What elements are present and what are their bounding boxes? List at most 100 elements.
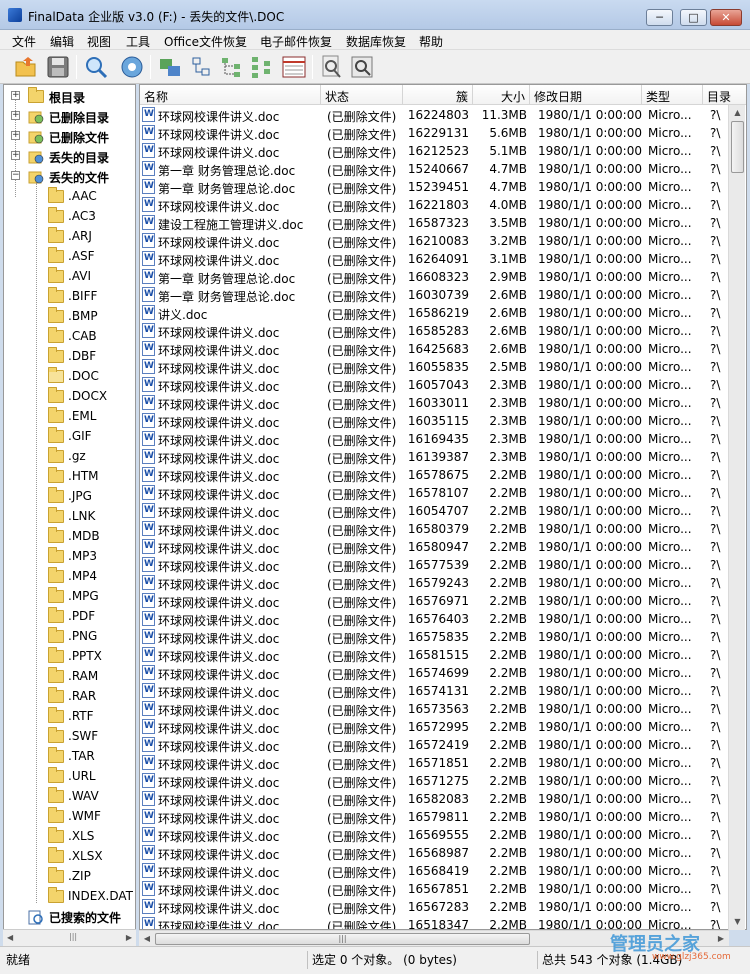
properties-icon[interactable]: [348, 53, 376, 81]
table-row[interactable]: 环球网校课件讲义.doc (已删除文件) 16574131 2.2MB 1980/1/1…: [140, 682, 730, 700]
table-row[interactable]: 环球网校课件讲义.doc (已删除文件) 16264091 3.1MB 1980/1/1…: [140, 250, 730, 268]
table-row[interactable]: 环球网校课件讲义.doc (已删除文件) 16569555 2.2MB 1980/1/1…: [140, 826, 730, 844]
column-header-status[interactable]: 状态: [321, 85, 403, 105]
folder-tree[interactable]: + 根目录 + 已删除目录 + 已删除文件 + 丢失的目录 − 丢失的文件 .AAC .AC3 .ARJ…: [3, 84, 136, 944]
tree-item-extension[interactable]: .LNK: [4, 507, 135, 527]
table-row[interactable]: 环球网校课件讲义.doc (已删除文件) 16033011 2.3MB 1980/1/1…: [140, 394, 730, 412]
table-row[interactable]: 环球网校课件讲义.doc (已删除文件) 16578107 2.2MB 1980/1/1…: [140, 484, 730, 502]
scroll-up-arrow-icon[interactable]: ▲: [729, 105, 746, 121]
tree-item-extension[interactable]: .PDF: [4, 607, 135, 627]
tree-item-extension[interactable]: .ARJ: [4, 227, 135, 247]
tree-item-extension[interactable]: .MDB: [4, 527, 135, 547]
recover-icon[interactable]: [156, 53, 184, 81]
table-row[interactable]: 环球网校课件讲义.doc (已删除文件) 16571275 2.2MB 1980/1/1…: [140, 772, 730, 790]
tree-item-extension[interactable]: .BMP: [4, 307, 135, 327]
table-row[interactable]: 环球网校课件讲义.doc (已删除文件) 16580379 2.2MB 1980/1/1…: [140, 520, 730, 538]
scroll-thumb[interactable]: |||: [155, 933, 530, 945]
table-row[interactable]: 环球网校课件讲义.doc (已删除文件) 16568419 2.2MB 1980/1/1…: [140, 862, 730, 880]
tree-item-extension[interactable]: .AC3: [4, 207, 135, 227]
scroll-right-arrow-icon[interactable]: ▶: [713, 931, 729, 947]
tree-item-extension[interactable]: .MP4: [4, 567, 135, 587]
table-row[interactable]: 环球网校课件讲义.doc (已删除文件) 16581515 2.2MB 1980/1/1…: [140, 646, 730, 664]
table-row[interactable]: 环球网校课件讲义.doc (已删除文件) 16567283 2.2MB 1980/1/1…: [140, 898, 730, 916]
close-button[interactable]: ✕: [710, 9, 742, 26]
tree-item-extension[interactable]: .PPTX: [4, 647, 135, 667]
tree-item-extension[interactable]: .XLSX: [4, 847, 135, 867]
menu-help[interactable]: 帮助: [419, 33, 443, 50]
scroll-thumb[interactable]: [731, 121, 744, 173]
expand-icon[interactable]: +: [11, 151, 20, 160]
column-header-name[interactable]: 名称: [140, 85, 321, 105]
table-row[interactable]: 环球网校课件讲义.doc (已删除文件) 16580947 2.2MB 1980/1/1…: [140, 538, 730, 556]
tree-item-extension[interactable]: .DOCX: [4, 387, 135, 407]
table-row[interactable]: 环球网校课件讲义.doc (已删除文件) 16212523 5.1MB 1980/1/1…: [140, 142, 730, 160]
table-row[interactable]: 环球网校课件讲义.doc (已删除文件) 16229131 5.6MB 1980/1/1…: [140, 124, 730, 142]
hierarchy-icon[interactable]: [248, 53, 276, 81]
table-row[interactable]: 环球网校课件讲义.doc (已删除文件) 16057043 2.3MB 1980/1/1…: [140, 376, 730, 394]
column-header-cluster[interactable]: 簇: [403, 85, 473, 105]
table-row[interactable]: 环球网校课件讲义.doc (已删除文件) 16035115 2.3MB 1980/1/1…: [140, 412, 730, 430]
maximize-button[interactable]: □: [680, 9, 707, 26]
table-row[interactable]: 环球网校课件讲义.doc (已删除文件) 16579243 2.2MB 1980/1/1…: [140, 574, 730, 592]
tree-item-extension[interactable]: .URL: [4, 767, 135, 787]
tree-item-extension[interactable]: .JPG: [4, 487, 135, 507]
tree-item-extension[interactable]: .GIF: [4, 427, 135, 447]
table-row[interactable]: 环球网校课件讲义.doc (已删除文件) 16139387 2.3MB 1980/1/1…: [140, 448, 730, 466]
column-header-directory[interactable]: 目录: [703, 85, 746, 105]
detail-list-icon[interactable]: [280, 53, 308, 81]
tree-item-extension[interactable]: .gz: [4, 447, 135, 467]
table-row[interactable]: 环球网校课件讲义.doc (已删除文件) 16571851 2.2MB 1980/1/1…: [140, 754, 730, 772]
tree-item-extension[interactable]: .CAB: [4, 327, 135, 347]
table-row[interactable]: 第一章 财务管理总论.doc (已删除文件) 15240667 4.7MB 1980/1…: [140, 160, 730, 178]
tree-item-extension[interactable]: .RTF: [4, 707, 135, 727]
tree-item-extension[interactable]: .RAR: [4, 687, 135, 707]
scroll-left-arrow-icon[interactable]: ◀: [139, 931, 155, 947]
table-row[interactable]: 讲义.doc (已删除文件) 16586219 2.6MB 1980/1/1 0:00:…: [140, 304, 730, 322]
menu-view[interactable]: 视图: [87, 33, 111, 50]
tree-item-extension[interactable]: .DBF: [4, 347, 135, 367]
table-row[interactable]: 第一章 财务管理总论.doc (已删除文件) 15239451 4.7MB 1980/1…: [140, 178, 730, 196]
tree-item-extension[interactable]: .RAM: [4, 667, 135, 687]
table-row[interactable]: 环球网校课件讲义.doc (已删除文件) 16582083 2.2MB 1980/1/1…: [140, 790, 730, 808]
column-header-type[interactable]: 类型: [642, 85, 703, 105]
tree-item-search-results[interactable]: 已搜索的文件: [4, 907, 135, 927]
table-row[interactable]: 环球网校课件讲义.doc (已删除文件) 16425683 2.6MB 1980/1/1…: [140, 340, 730, 358]
list-vertical-scrollbar[interactable]: ▲ ▼: [728, 105, 745, 930]
table-row[interactable]: 环球网校课件讲义.doc (已删除文件) 16210083 3.2MB 1980/1/1…: [140, 232, 730, 250]
table-row[interactable]: 环球网校课件讲义.doc (已删除文件) 16576403 2.2MB 1980/1/1…: [140, 610, 730, 628]
table-row[interactable]: 环球网校课件讲义.doc (已删除文件) 16585283 2.6MB 1980/1/1…: [140, 322, 730, 340]
tree-item-extension[interactable]: .DOC: [4, 367, 135, 387]
tree-item-extension[interactable]: .AVI: [4, 267, 135, 287]
tree-item-root[interactable]: + 根目录: [4, 87, 135, 107]
tree-item-extension[interactable]: .PNG: [4, 627, 135, 647]
tree-item-extension[interactable]: .WMF: [4, 807, 135, 827]
scroll-left-arrow-icon[interactable]: ◀: [7, 933, 13, 942]
table-row[interactable]: 环球网校课件讲义.doc (已删除文件) 16169435 2.3MB 1980/1/1…: [140, 430, 730, 448]
table-row[interactable]: 第一章 财务管理总论.doc (已删除文件) 16608323 2.9MB 1980/1…: [140, 268, 730, 286]
table-row[interactable]: 第一章 财务管理总论.doc (已删除文件) 16030739 2.6MB 1980/1…: [140, 286, 730, 304]
tree-item-extension[interactable]: .SWF: [4, 727, 135, 747]
tree-item-extension[interactable]: .ASF: [4, 247, 135, 267]
file-list[interactable]: 名称 状态 簇 大小 修改日期 类型 目录 环球网校课件讲义.doc (已删除文件…: [139, 84, 747, 930]
table-row[interactable]: 环球网校课件讲义.doc (已删除文件) 16572419 2.2MB 1980/1/1…: [140, 736, 730, 754]
find-icon[interactable]: [318, 53, 346, 81]
column-header-modified[interactable]: 修改日期: [530, 85, 642, 105]
expand-icon[interactable]: +: [11, 111, 20, 120]
tree-item-root[interactable]: + 丢失的目录: [4, 147, 135, 167]
title-bar[interactable]: FinalData 企业版 v3.0 (F:) - 丢失的文件\.DOC ─ □…: [0, 0, 750, 30]
tree-horizontal-scrollbar[interactable]: ◀ ||| ▶: [3, 929, 136, 946]
table-row[interactable]: 环球网校课件讲义.doc (已删除文件) 16575835 2.2MB 1980/1/1…: [140, 628, 730, 646]
menu-office-recovery[interactable]: Office文件恢复: [164, 33, 247, 50]
table-row[interactable]: 建设工程施工管理讲义.doc (已删除文件) 16587323 3.5MB 1980/1…: [140, 214, 730, 232]
settings-gear-icon[interactable]: [118, 53, 146, 81]
scroll-right-arrow-icon[interactable]: ▶: [126, 933, 132, 942]
tree-item-extension[interactable]: .TAR: [4, 747, 135, 767]
tree-view-icon[interactable]: [188, 53, 216, 81]
table-row[interactable]: 环球网校课件讲义.doc (已删除文件) 16518347 2.2MB 1980/1/1…: [140, 916, 730, 929]
table-row[interactable]: 环球网校课件讲义.doc (已删除文件) 16577539 2.2MB 1980/1/1…: [140, 556, 730, 574]
tree-item-extension[interactable]: .MPG: [4, 587, 135, 607]
tree-item-extension[interactable]: .WAV: [4, 787, 135, 807]
table-row[interactable]: 环球网校课件讲义.doc (已删除文件) 16574699 2.2MB 1980/1/1…: [140, 664, 730, 682]
save-icon[interactable]: [44, 53, 72, 81]
table-row[interactable]: 环球网校课件讲义.doc (已删除文件) 16567851 2.2MB 1980/1/1…: [140, 880, 730, 898]
